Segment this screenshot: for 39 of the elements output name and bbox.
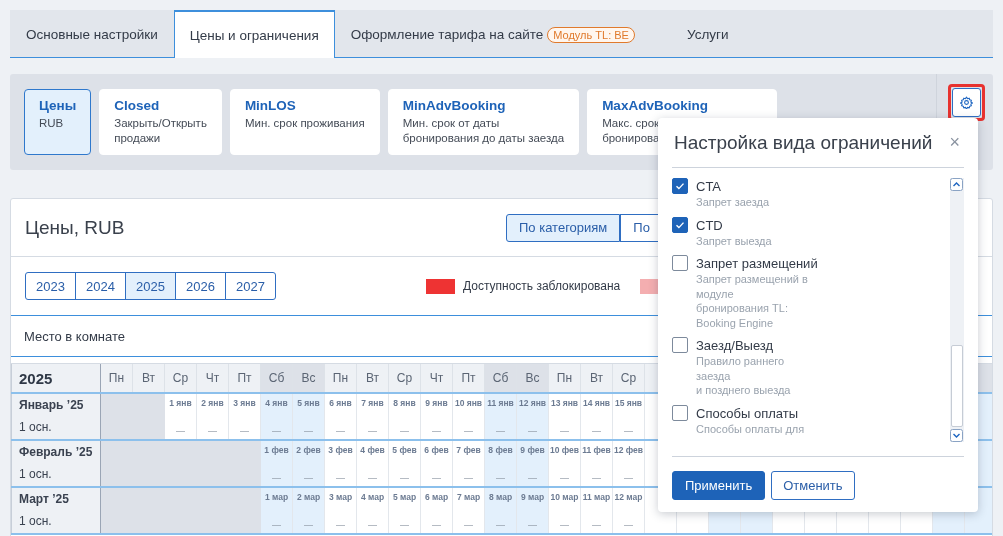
option-description: Правило раннего заезда и позднего выезда	[696, 354, 791, 398]
option-label: Запрет размещений	[696, 255, 818, 272]
option-label: CTA	[696, 178, 723, 195]
room-count: 1 осн.	[19, 420, 53, 434]
weekday-header: Чт	[421, 364, 453, 392]
room-label: Место в комнате	[24, 328, 126, 344]
weekday-header: Вт	[133, 364, 165, 392]
weekday-header: Вс	[293, 364, 325, 392]
weekday-header: Сб	[485, 364, 517, 392]
room-count: 1 осн.	[19, 514, 53, 528]
module-badge: Модуль TL: BE	[547, 26, 635, 43]
weekday-header: Пн	[325, 364, 357, 392]
card-title: Цены, RUB	[25, 216, 125, 239]
weekday-header: Чт	[197, 364, 229, 392]
option-label: Способы оплаты	[696, 404, 800, 422]
weekday-header: Пн	[101, 364, 133, 392]
weekday-header: Ср	[613, 364, 645, 392]
weekday-header: Вт	[357, 364, 389, 392]
weekday-header: Пт	[229, 364, 261, 392]
option-description: Способы оплаты для	[696, 421, 805, 436]
room-count: 1 осн.	[19, 467, 53, 481]
option-description: Запрет размещений в модуле бронирования TL: Booking Engine	[696, 272, 809, 330]
weekday-header: Ср	[389, 364, 421, 392]
weekday-header: Пт	[453, 364, 485, 392]
option-label: CTD	[696, 216, 724, 234]
option-description: Запрет выезда	[696, 233, 772, 248]
legend-label: Доступность заблокирована	[463, 279, 621, 293]
month-name: Январь ’25	[19, 398, 85, 412]
popup-title: Настройка вида ограничений	[674, 131, 933, 154]
weekday-header: Вс	[517, 364, 549, 392]
weekday-header: Ср	[165, 364, 197, 392]
weekday-header: Вт	[581, 364, 613, 392]
year-header: 2025	[11, 364, 101, 392]
weekday-header: Пн	[549, 364, 581, 392]
weekday-header: Сб	[261, 364, 293, 392]
option-label: Заезд/Выезд	[696, 337, 775, 354]
month-name: Февраль ’25	[19, 445, 94, 459]
option-description: Запрет заезда	[696, 195, 770, 210]
month-name: Март ’25	[19, 492, 70, 506]
